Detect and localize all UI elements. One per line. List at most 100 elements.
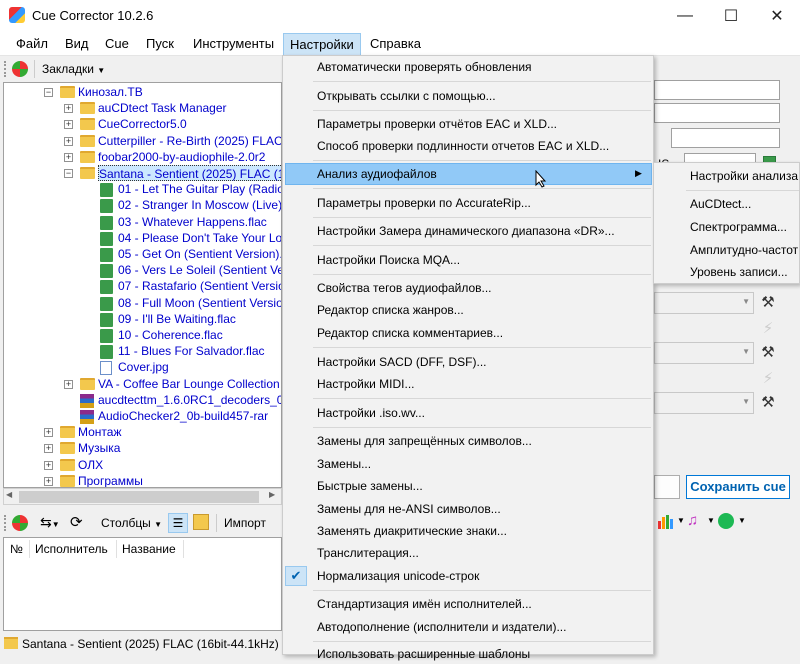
tree-item[interactable]: Программы: [78, 473, 143, 487]
maximize-button[interactable]: ☐: [708, 0, 754, 32]
menu-item-auto-update[interactable]: Автоматически проверять обновления: [317, 57, 532, 77]
scrollbar-thumb[interactable]: [19, 491, 259, 503]
tree-item[interactable]: 03 - Whatever Happens.flac: [118, 214, 267, 230]
menu-item-quick-replacements[interactable]: Быстрые замены...: [317, 476, 423, 496]
tree-item[interactable]: 05 - Get On (Sentient Version).fla: [118, 246, 281, 262]
submenu-item-spectrogram[interactable]: Спектрограмма...: [690, 217, 787, 237]
list-view-icon[interactable]: ☰: [168, 513, 188, 533]
tree-item[interactable]: 09 - I'll Be Waiting.flac: [118, 311, 236, 327]
tree-item[interactable]: VA - Coffee Bar Lounge Collection [F: [98, 376, 281, 392]
refresh-icon[interactable]: [12, 515, 28, 531]
menu-item-autocomplete[interactable]: Автодополнение (исполнители и издатели).…: [317, 617, 566, 637]
expand-icon[interactable]: +: [44, 428, 53, 438]
tools-icon[interactable]: ⚒: [758, 393, 778, 413]
menu-item-tag-properties[interactable]: Свойства тегов аудиофайлов...: [317, 278, 492, 298]
tools-icon[interactable]: ⚒: [758, 293, 778, 313]
menu-item-extended-templates[interactable]: Использовать расширенные шаблоны: [317, 644, 530, 664]
tree-item[interactable]: 07 - Rastafario (Sentient Version): [118, 278, 281, 294]
menu-item-iso-wv[interactable]: Настройки .iso.wv...: [317, 403, 425, 423]
scroll-left-icon[interactable]: ◀: [6, 490, 12, 499]
tree-item[interactable]: Cover.jpg: [118, 359, 169, 375]
swap-icon[interactable]: ⇆▼: [40, 514, 60, 531]
horizontal-scrollbar[interactable]: ◀ ▶: [3, 488, 282, 505]
tree-item[interactable]: Santana - Sentient (2025) FLAC (16bit: [98, 165, 281, 181]
expand-icon[interactable]: +: [44, 460, 53, 470]
save-cue-button[interactable]: Сохранить cue: [686, 475, 790, 499]
expand-icon[interactable]: +: [44, 444, 53, 454]
refresh-icon[interactable]: [12, 61, 28, 77]
menu-item-eac-params[interactable]: Параметры проверки отчётов EAC и XLD...: [317, 114, 557, 134]
tree-item[interactable]: 11 - Blues For Salvador.flac: [118, 343, 265, 359]
submenu-item-analysis-settings[interactable]: Настройки анализа: [690, 166, 798, 186]
menu-start[interactable]: Пуск: [140, 36, 180, 54]
menu-item-audio-analysis[interactable]: Анализ аудиофайлов: [317, 164, 437, 184]
spotify-icon[interactable]: [718, 513, 734, 529]
menu-item-replacements[interactable]: Замены...: [317, 454, 371, 474]
collapse-icon[interactable]: −: [64, 169, 73, 178]
menu-file[interactable]: Файл: [10, 36, 54, 54]
columns-button[interactable]: Столбцы ▼: [101, 516, 162, 530]
menu-item-non-ansi[interactable]: Замены для не-ANSI символов...: [317, 499, 501, 519]
menu-tools[interactable]: Инструменты: [187, 36, 280, 54]
tree-item[interactable]: Музыка: [78, 440, 120, 456]
combo-box[interactable]: ▼: [654, 292, 754, 314]
chevron-down-icon[interactable]: ▼: [738, 516, 746, 525]
bookmarks-button[interactable]: Закладки ▼: [42, 62, 105, 76]
tree-item[interactable]: auCDtect Task Manager: [98, 100, 227, 116]
menu-item-accuraterip[interactable]: Параметры проверки по AccurateRip...: [317, 193, 531, 213]
expand-icon[interactable]: +: [64, 104, 73, 114]
column-header-artist[interactable]: Исполнитель: [31, 540, 117, 558]
menu-settings[interactable]: Настройки: [283, 33, 361, 56]
tree-item[interactable]: aucdtecttm_1.6.0RC1_decoders_010: [98, 392, 281, 408]
tree-item[interactable]: 04 - Please Don't Take Your Love: [118, 230, 281, 246]
music-note-icon[interactable]: ♫: [687, 512, 698, 529]
tree-item[interactable]: 06 - Vers Le Soleil (Sentient Versi: [118, 262, 281, 278]
submenu-item-aucdtect[interactable]: AuCDtect...: [690, 194, 751, 214]
tree-item[interactable]: 02 - Stranger In Moscow (Live).fla: [118, 197, 281, 213]
tree-item[interactable]: AudioChecker2_0b-build457-rar: [98, 408, 268, 424]
menu-item-midi[interactable]: Настройки MIDI...: [317, 374, 415, 394]
text-field[interactable]: [671, 128, 780, 148]
column-header-number[interactable]: №: [6, 540, 30, 558]
tools-icon[interactable]: ⚒: [758, 343, 778, 363]
tree-item[interactable]: Cutterpiller - Re-Birth (2025) FLAC: [98, 133, 281, 149]
menu-item-dr-settings[interactable]: Настройки Замера динамического диапазона…: [317, 221, 615, 241]
collapse-icon[interactable]: −: [44, 88, 53, 97]
menu-item-mqa-settings[interactable]: Настройки Поиска MQA...: [317, 250, 460, 270]
tree-item[interactable]: 01 - Let The Guitar Play (Radio V: [118, 181, 281, 197]
menu-item-comment-editor[interactable]: Редактор списка комментариев...: [317, 323, 503, 343]
menu-item-transliteration[interactable]: Транслитерация...: [317, 543, 419, 563]
text-field[interactable]: [654, 103, 780, 123]
menu-view[interactable]: Вид: [59, 36, 95, 54]
lightning-icon[interactable]: ⚡: [758, 369, 778, 389]
tree-item[interactable]: ОЛХ: [78, 457, 103, 473]
expand-icon[interactable]: +: [64, 379, 73, 389]
menu-item-diacritics[interactable]: Заменять диакритические знаки...: [317, 521, 507, 541]
menu-item-artist-standardization[interactable]: Стандартизация имён исполнителей...: [317, 594, 532, 614]
tree-item[interactable]: Монтаж: [78, 424, 122, 440]
chevron-down-icon[interactable]: ▼: [677, 516, 685, 525]
submenu-item-amplitude-frequency[interactable]: Амплитудно-частот: [690, 240, 798, 260]
combo-box[interactable]: ▼: [654, 392, 754, 414]
menu-item-forbidden-chars[interactable]: Замены для запрещённых символов...: [317, 431, 532, 451]
expand-icon[interactable]: +: [64, 120, 73, 130]
expand-icon[interactable]: +: [64, 136, 73, 146]
column-header-title[interactable]: Название: [118, 540, 184, 558]
combo-box[interactable]: ▼: [654, 342, 754, 364]
menu-item-unicode-normalization[interactable]: Нормализация unicode-строк: [317, 566, 479, 586]
menu-item-sacd[interactable]: Настройки SACD (DFF, DSF)...: [317, 352, 487, 372]
import-button[interactable]: Импорт: [224, 516, 266, 530]
menu-item-open-links[interactable]: Открывать ссылки с помощью...: [317, 86, 496, 106]
folder-view-icon[interactable]: [193, 514, 209, 530]
tree-item[interactable]: 08 - Full Moon (Sentient Version).f: [118, 295, 281, 311]
lightning-icon[interactable]: ⚡: [758, 319, 778, 339]
tree-item[interactable]: 10 - Coherence.flac: [118, 327, 223, 343]
action-button[interactable]: [654, 475, 680, 499]
menu-item-genre-editor[interactable]: Редактор списка жанров...: [317, 300, 464, 320]
expand-icon[interactable]: +: [64, 152, 73, 162]
submenu-item-recording-level[interactable]: Уровень записи...: [690, 262, 788, 282]
bars-icon[interactable]: [658, 513, 676, 529]
scroll-right-icon[interactable]: ▶: [269, 490, 275, 499]
file-tree[interactable]: − Кинозал.ТВ + auCDtect Task Manager + CueCor…: [3, 82, 282, 488]
track-table[interactable]: № Исполнитель Название: [3, 537, 282, 631]
